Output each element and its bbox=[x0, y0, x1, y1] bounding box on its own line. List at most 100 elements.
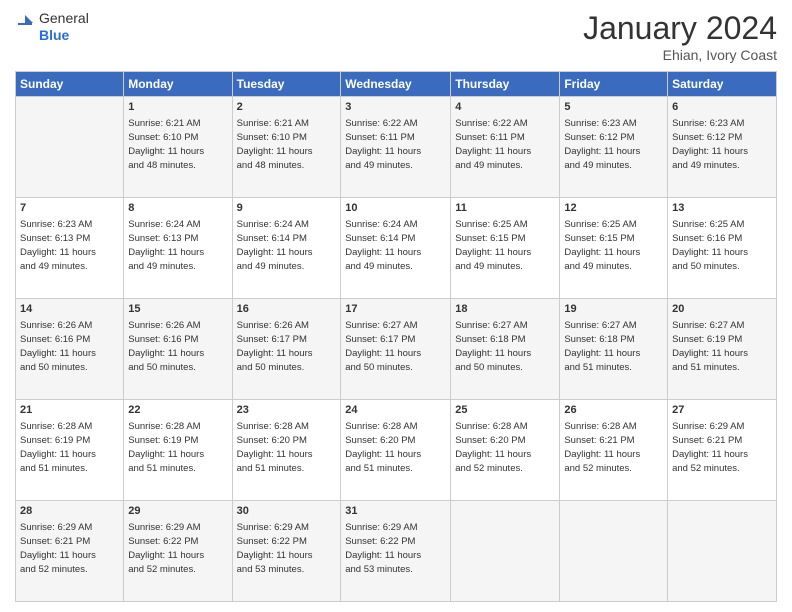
day-info: Sunrise: 6:28 AM Sunset: 6:19 PM Dayligh… bbox=[128, 420, 227, 475]
calendar-cell: 26Sunrise: 6:28 AM Sunset: 6:21 PM Dayli… bbox=[560, 400, 668, 501]
day-number: 5 bbox=[564, 100, 663, 115]
day-info: Sunrise: 6:29 AM Sunset: 6:21 PM Dayligh… bbox=[672, 420, 772, 475]
logo-general: General bbox=[39, 10, 89, 27]
day-info: Sunrise: 6:22 AM Sunset: 6:11 PM Dayligh… bbox=[345, 117, 446, 172]
calendar-cell: 28 Sunrise: 6:29 AM Sunset: 6:21 PM Dayli… bbox=[16, 501, 124, 602]
day-number: 9 bbox=[237, 201, 337, 216]
calendar-cell: 2 Sunrise: 6:21 AM Sunset: 6:10 PM Daylig… bbox=[232, 97, 341, 198]
day-info: Sunrise: 6:27 AM Sunset: 6:18 PM Dayligh… bbox=[564, 319, 663, 374]
day-info: Sunrise: 6:25 AM Sunset: 6:16 PM Dayligh… bbox=[672, 218, 772, 273]
day-header-sunday: Sunday bbox=[16, 72, 124, 97]
calendar-cell: 21 Sunrise: 6:28 AM Sunset: 6:19 PM Dayli… bbox=[16, 400, 124, 501]
calendar-cell: 11Sunrise: 6:25 AM Sunset: 6:15 PM Dayli… bbox=[451, 198, 560, 299]
day-info: Sunrise: 6:24 AM Sunset: 6:13 PM Dayligh… bbox=[128, 218, 227, 273]
calendar-cell: 1Sunrise: 6:21 AM Sunset: 6:10 PM Daylig… bbox=[124, 97, 232, 198]
calendar-cell: 31 Sunrise: 6:29 AM Sunset: 6:22 PM Dayli… bbox=[341, 501, 451, 602]
calendar-week-row: 28 Sunrise: 6:29 AM Sunset: 6:21 PM Dayli… bbox=[16, 501, 777, 602]
day-info: Sunrise: 6:25 AM Sunset: 6:15 PM Dayligh… bbox=[455, 218, 555, 273]
day-header-wednesday: Wednesday bbox=[341, 72, 451, 97]
day-number: 19 bbox=[564, 302, 663, 317]
page: General Blue January 2024 Ehian, Ivory C… bbox=[0, 0, 792, 612]
logo-text: General Blue bbox=[39, 10, 89, 44]
calendar-cell: 25Sunrise: 6:28 AM Sunset: 6:20 PM Dayli… bbox=[451, 400, 560, 501]
day-number: 1 bbox=[128, 100, 227, 115]
calendar-cell: 20Sunrise: 6:27 AM Sunset: 6:19 PM Dayli… bbox=[668, 299, 777, 400]
day-info: Sunrise: 6:28 AM Sunset: 6:20 PM Dayligh… bbox=[345, 420, 446, 475]
day-number: 31 bbox=[345, 504, 446, 519]
logo-blue: Blue bbox=[39, 27, 89, 44]
day-number: 12 bbox=[564, 201, 663, 216]
calendar-cell: 24 Sunrise: 6:28 AM Sunset: 6:20 PM Dayli… bbox=[341, 400, 451, 501]
calendar-table: SundayMondayTuesdayWednesdayThursdayFrid… bbox=[15, 71, 777, 602]
day-header-tuesday: Tuesday bbox=[232, 72, 341, 97]
calendar-week-row: 14 Sunrise: 6:26 AM Sunset: 6:16 PM Dayli… bbox=[16, 299, 777, 400]
calendar-cell: 9 Sunrise: 6:24 AM Sunset: 6:14 PM Daylig… bbox=[232, 198, 341, 299]
calendar-cell: 10 Sunrise: 6:24 AM Sunset: 6:14 PM Dayli… bbox=[341, 198, 451, 299]
calendar-cell: 8 Sunrise: 6:24 AM Sunset: 6:13 PM Daylig… bbox=[124, 198, 232, 299]
calendar-cell: 14 Sunrise: 6:26 AM Sunset: 6:16 PM Dayli… bbox=[16, 299, 124, 400]
day-number: 6 bbox=[672, 100, 772, 115]
calendar-cell: 7 Sunrise: 6:23 AM Sunset: 6:13 PM Daylig… bbox=[16, 198, 124, 299]
day-info: Sunrise: 6:22 AM Sunset: 6:11 PM Dayligh… bbox=[455, 117, 555, 172]
calendar-week-row: 21 Sunrise: 6:28 AM Sunset: 6:19 PM Dayli… bbox=[16, 400, 777, 501]
day-number: 16 bbox=[237, 302, 337, 317]
day-info: Sunrise: 6:24 AM Sunset: 6:14 PM Dayligh… bbox=[237, 218, 337, 273]
calendar-header-row: SundayMondayTuesdayWednesdayThursdayFrid… bbox=[16, 72, 777, 97]
calendar-cell: 3Sunrise: 6:22 AM Sunset: 6:11 PM Daylig… bbox=[341, 97, 451, 198]
day-info: Sunrise: 6:28 AM Sunset: 6:20 PM Dayligh… bbox=[237, 420, 337, 475]
day-info: Sunrise: 6:28 AM Sunset: 6:19 PM Dayligh… bbox=[20, 420, 119, 475]
calendar-cell: 27 Sunrise: 6:29 AM Sunset: 6:21 PM Dayli… bbox=[668, 400, 777, 501]
location: Ehian, Ivory Coast bbox=[583, 47, 777, 63]
day-info: Sunrise: 6:28 AM Sunset: 6:20 PM Dayligh… bbox=[455, 420, 555, 475]
calendar-cell: 15 Sunrise: 6:26 AM Sunset: 6:16 PM Dayli… bbox=[124, 299, 232, 400]
calendar-cell: 17Sunrise: 6:27 AM Sunset: 6:17 PM Dayli… bbox=[341, 299, 451, 400]
day-info: Sunrise: 6:29 AM Sunset: 6:21 PM Dayligh… bbox=[20, 521, 119, 576]
day-number: 8 bbox=[128, 201, 227, 216]
day-number: 24 bbox=[345, 403, 446, 418]
day-number: 30 bbox=[237, 504, 337, 519]
day-number: 7 bbox=[20, 201, 119, 216]
month-title: January 2024 bbox=[583, 10, 777, 47]
logo: General Blue bbox=[15, 10, 89, 44]
calendar-cell: 18 Sunrise: 6:27 AM Sunset: 6:18 PM Dayli… bbox=[451, 299, 560, 400]
title-block: January 2024 Ehian, Ivory Coast bbox=[583, 10, 777, 63]
day-info: Sunrise: 6:24 AM Sunset: 6:14 PM Dayligh… bbox=[345, 218, 446, 273]
day-info: Sunrise: 6:23 AM Sunset: 6:12 PM Dayligh… bbox=[672, 117, 772, 172]
calendar-cell bbox=[451, 501, 560, 602]
calendar-cell: 19 Sunrise: 6:27 AM Sunset: 6:18 PM Dayli… bbox=[560, 299, 668, 400]
day-header-saturday: Saturday bbox=[668, 72, 777, 97]
calendar-cell: 23 Sunrise: 6:28 AM Sunset: 6:20 PM Dayli… bbox=[232, 400, 341, 501]
day-info: Sunrise: 6:26 AM Sunset: 6:16 PM Dayligh… bbox=[128, 319, 227, 374]
day-number: 15 bbox=[128, 302, 227, 317]
day-number: 18 bbox=[455, 302, 555, 317]
day-number: 10 bbox=[345, 201, 446, 216]
day-info: Sunrise: 6:21 AM Sunset: 6:10 PM Dayligh… bbox=[237, 117, 337, 172]
day-info: Sunrise: 6:27 AM Sunset: 6:19 PM Dayligh… bbox=[672, 319, 772, 374]
day-info: Sunrise: 6:26 AM Sunset: 6:16 PM Dayligh… bbox=[20, 319, 119, 374]
day-info: Sunrise: 6:27 AM Sunset: 6:18 PM Dayligh… bbox=[455, 319, 555, 374]
calendar-cell: 6 Sunrise: 6:23 AM Sunset: 6:12 PM Daylig… bbox=[668, 97, 777, 198]
day-number: 21 bbox=[20, 403, 119, 418]
day-info: Sunrise: 6:27 AM Sunset: 6:17 PM Dayligh… bbox=[345, 319, 446, 374]
day-header-friday: Friday bbox=[560, 72, 668, 97]
day-number: 13 bbox=[672, 201, 772, 216]
calendar-cell: 29Sunrise: 6:29 AM Sunset: 6:22 PM Dayli… bbox=[124, 501, 232, 602]
day-header-thursday: Thursday bbox=[451, 72, 560, 97]
day-number: 27 bbox=[672, 403, 772, 418]
day-number: 2 bbox=[237, 100, 337, 115]
day-info: Sunrise: 6:23 AM Sunset: 6:13 PM Dayligh… bbox=[20, 218, 119, 273]
calendar-cell: 12Sunrise: 6:25 AM Sunset: 6:15 PM Dayli… bbox=[560, 198, 668, 299]
day-number: 26 bbox=[564, 403, 663, 418]
day-number: 4 bbox=[455, 100, 555, 115]
day-info: Sunrise: 6:29 AM Sunset: 6:22 PM Dayligh… bbox=[345, 521, 446, 576]
day-number: 28 bbox=[20, 504, 119, 519]
calendar-cell: 30 Sunrise: 6:29 AM Sunset: 6:22 PM Dayli… bbox=[232, 501, 341, 602]
day-info: Sunrise: 6:29 AM Sunset: 6:22 PM Dayligh… bbox=[237, 521, 337, 576]
day-number: 23 bbox=[237, 403, 337, 418]
day-info: Sunrise: 6:23 AM Sunset: 6:12 PM Dayligh… bbox=[564, 117, 663, 172]
day-number: 22 bbox=[128, 403, 227, 418]
day-number: 14 bbox=[20, 302, 119, 317]
calendar-cell: 4 Sunrise: 6:22 AM Sunset: 6:11 PM Daylig… bbox=[451, 97, 560, 198]
calendar-cell: 5 Sunrise: 6:23 AM Sunset: 6:12 PM Daylig… bbox=[560, 97, 668, 198]
logo-icon bbox=[15, 13, 35, 41]
